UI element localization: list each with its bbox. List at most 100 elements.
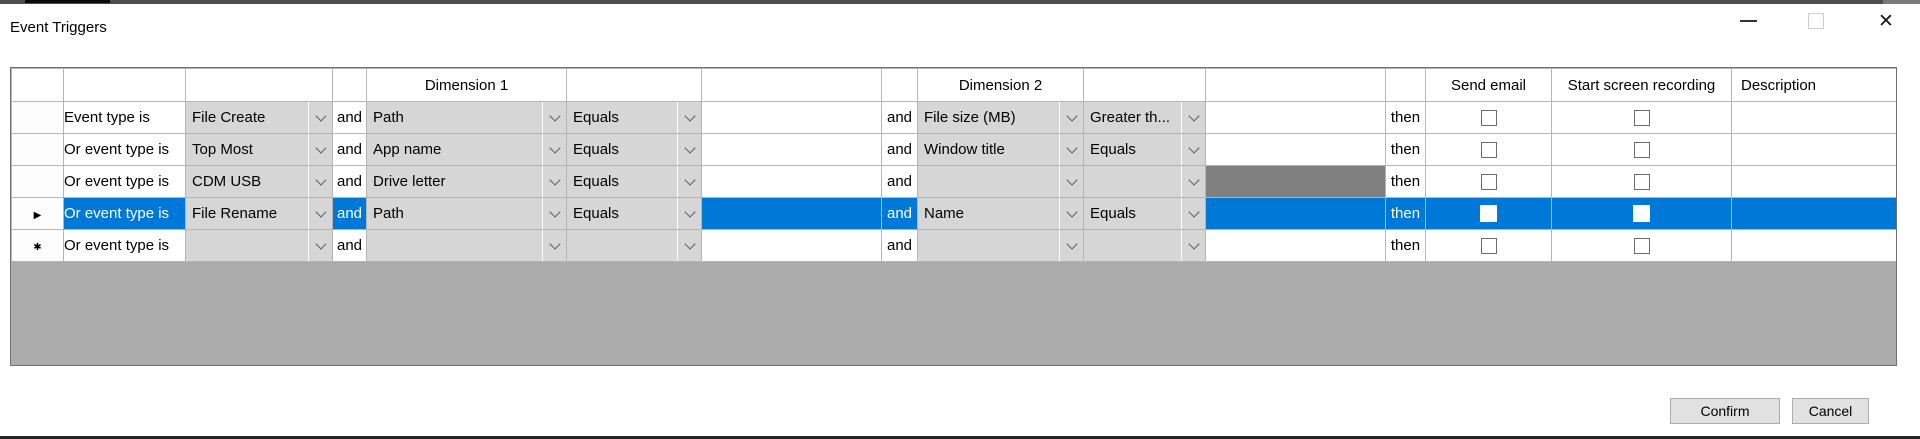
- close-button[interactable]: ✕: [1869, 6, 1903, 36]
- start-screen-recording-checkbox[interactable]: [1633, 205, 1650, 222]
- chevron-down-icon[interactable]: [308, 134, 332, 165]
- send-email-checkbox[interactable]: [1480, 205, 1497, 222]
- event-type-value: File Create: [186, 102, 308, 133]
- minimize-button[interactable]: [1731, 6, 1765, 36]
- comparator2-dropdown[interactable]: Equals: [1084, 134, 1206, 166]
- dimension1-dropdown[interactable]: Path: [367, 102, 567, 134]
- table-row: Or event type is Top Most and App name E…: [12, 134, 1897, 166]
- chevron-down-icon[interactable]: [1059, 166, 1083, 197]
- comparator1-dropdown[interactable]: [567, 230, 702, 262]
- chevron-down-icon[interactable]: [308, 230, 332, 261]
- comparator2-dropdown[interactable]: [1084, 166, 1206, 198]
- start-screen-recording-checkbox[interactable]: [1634, 142, 1650, 158]
- and-label: and: [882, 230, 918, 262]
- event-type-dropdown[interactable]: CDM USB: [186, 166, 333, 198]
- header-empty: [1084, 69, 1206, 102]
- chevron-down-icon[interactable]: [677, 166, 701, 197]
- row-selector[interactable]: [12, 166, 64, 198]
- event-type-dropdown[interactable]: [186, 230, 333, 262]
- row-selector[interactable]: ▶: [12, 198, 64, 230]
- description-cell[interactable]: [1732, 102, 1897, 134]
- row-selector[interactable]: [12, 102, 64, 134]
- dimension1-dropdown[interactable]: [367, 230, 567, 262]
- value1-cell[interactable]: [702, 198, 882, 230]
- dimension2-dropdown[interactable]: File size (MB): [918, 102, 1084, 134]
- start-screen-recording-checkbox[interactable]: [1634, 110, 1650, 126]
- comparator1-dropdown[interactable]: Equals: [567, 166, 702, 198]
- comparator2-dropdown[interactable]: Greater th...: [1084, 102, 1206, 134]
- value2-cell[interactable]: [1206, 102, 1386, 134]
- dimension1-value: [367, 230, 542, 261]
- start-screen-recording-checkbox[interactable]: [1634, 174, 1650, 190]
- and-label: and: [333, 166, 367, 198]
- chevron-down-icon[interactable]: [308, 166, 332, 197]
- chevron-down-icon[interactable]: [542, 198, 566, 229]
- comparator1-dropdown[interactable]: Equals: [567, 198, 702, 230]
- chevron-down-icon[interactable]: [1059, 134, 1083, 165]
- comparator2-dropdown[interactable]: Equals: [1084, 198, 1206, 230]
- chevron-down-icon[interactable]: [1059, 102, 1083, 133]
- chevron-down-icon[interactable]: [542, 230, 566, 261]
- chevron-down-icon[interactable]: [1181, 166, 1205, 197]
- dimension1-dropdown[interactable]: App name: [367, 134, 567, 166]
- chevron-down-icon[interactable]: [677, 198, 701, 229]
- chevron-down-icon[interactable]: [1181, 102, 1205, 133]
- comparator2-value: Greater th...: [1084, 102, 1181, 133]
- chevron-down-icon[interactable]: [542, 166, 566, 197]
- description-cell[interactable]: [1732, 198, 1897, 230]
- header-description: Description: [1732, 69, 1897, 102]
- comparator1-dropdown[interactable]: Equals: [567, 134, 702, 166]
- window-top-edge: [0, 0, 1920, 4]
- dimension2-dropdown[interactable]: Window title: [918, 134, 1084, 166]
- grid-header-row: Dimension 1 Dimension 2 Send email Start…: [12, 69, 1897, 102]
- and-label: and: [333, 198, 367, 230]
- start-screen-recording-checkbox[interactable]: [1634, 238, 1650, 254]
- chevron-down-icon[interactable]: [542, 102, 566, 133]
- chevron-down-icon[interactable]: [1181, 198, 1205, 229]
- chevron-down-icon[interactable]: [542, 134, 566, 165]
- dimension2-dropdown[interactable]: Name: [918, 198, 1084, 230]
- dimension1-dropdown[interactable]: Path: [367, 198, 567, 230]
- description-cell[interactable]: [1732, 134, 1897, 166]
- row-selector[interactable]: ✱: [12, 230, 64, 262]
- send-email-checkbox[interactable]: [1481, 110, 1497, 126]
- description-cell[interactable]: [1732, 230, 1897, 262]
- value2-cell[interactable]: [1206, 134, 1386, 166]
- chevron-down-icon[interactable]: [1181, 230, 1205, 261]
- event-type-dropdown[interactable]: Top Most: [186, 134, 333, 166]
- row-selector[interactable]: [12, 134, 64, 166]
- maximize-button[interactable]: [1799, 6, 1833, 36]
- chevron-down-icon[interactable]: [308, 198, 332, 229]
- dimension2-dropdown[interactable]: [918, 166, 1084, 198]
- chevron-down-icon[interactable]: [1059, 230, 1083, 261]
- chevron-down-icon[interactable]: [677, 102, 701, 133]
- event-type-dropdown[interactable]: File Rename: [186, 198, 333, 230]
- send-email-cell: [1426, 134, 1552, 166]
- value2-cell[interactable]: [1206, 230, 1386, 262]
- send-email-checkbox[interactable]: [1481, 238, 1497, 254]
- chevron-down-icon[interactable]: [677, 134, 701, 165]
- chevron-down-icon[interactable]: [1181, 134, 1205, 165]
- header-empty: [333, 69, 367, 102]
- description-cell[interactable]: [1732, 166, 1897, 198]
- value1-cell[interactable]: [702, 230, 882, 262]
- comparator1-dropdown[interactable]: Equals: [567, 102, 702, 134]
- then-label: then: [1386, 102, 1426, 134]
- chevron-down-icon[interactable]: [308, 102, 332, 133]
- confirm-button[interactable]: Confirm: [1670, 398, 1780, 424]
- dimension1-dropdown[interactable]: Drive letter: [367, 166, 567, 198]
- event-type-dropdown[interactable]: File Create: [186, 102, 333, 134]
- send-email-checkbox[interactable]: [1481, 142, 1497, 158]
- chevron-down-icon[interactable]: [677, 230, 701, 261]
- comparator2-dropdown[interactable]: [1084, 230, 1206, 262]
- value2-cell[interactable]: [1206, 198, 1386, 230]
- value1-cell[interactable]: [702, 166, 882, 198]
- cancel-button[interactable]: Cancel: [1792, 398, 1869, 424]
- comparator2-value: [1084, 230, 1181, 261]
- chevron-down-icon[interactable]: [1059, 198, 1083, 229]
- dimension2-dropdown[interactable]: [918, 230, 1084, 262]
- start-recording-cell: [1552, 198, 1732, 230]
- send-email-checkbox[interactable]: [1481, 174, 1497, 190]
- value1-cell[interactable]: [702, 102, 882, 134]
- value1-cell[interactable]: [702, 134, 882, 166]
